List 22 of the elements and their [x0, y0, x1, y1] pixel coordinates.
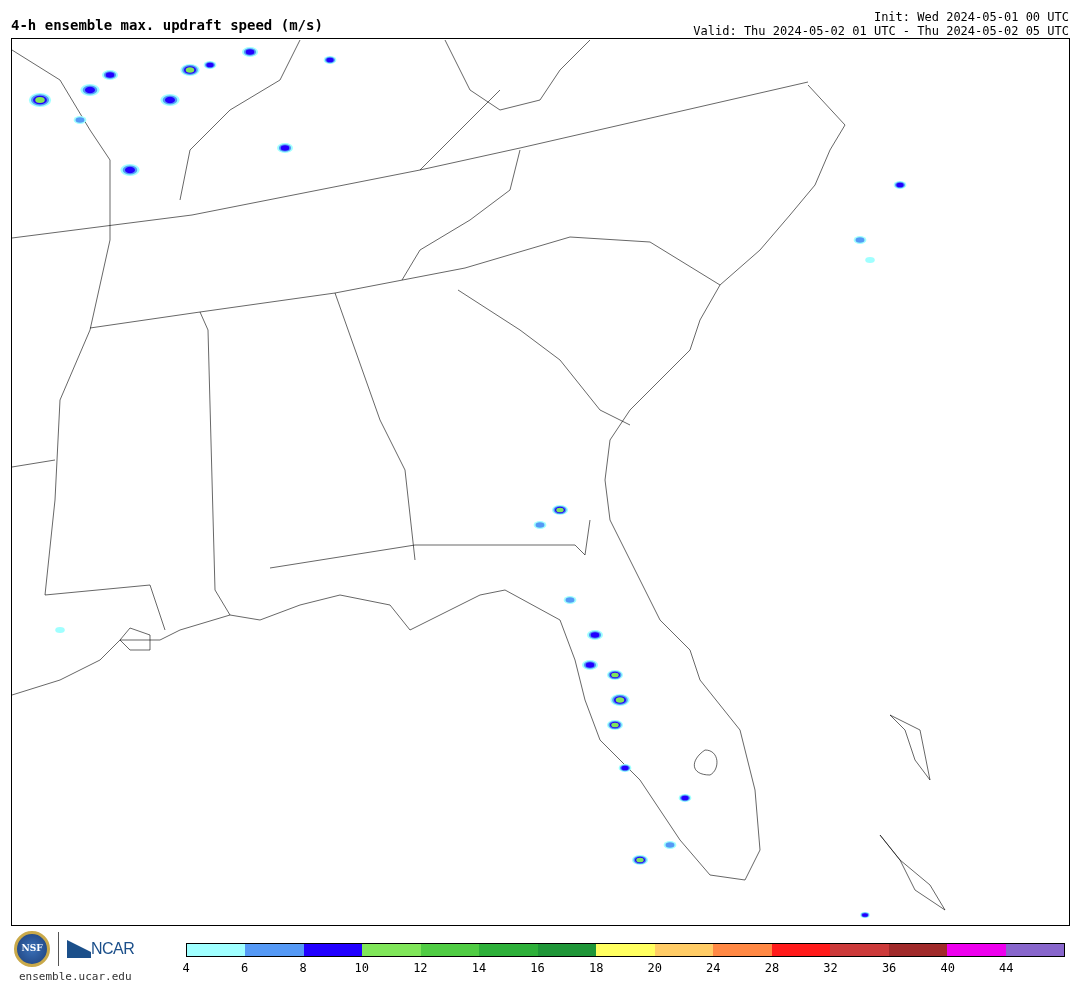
scale-label: 14 — [471, 960, 487, 977]
scale-label: 6 — [241, 960, 249, 977]
scale-label: 36 — [881, 960, 897, 977]
scale-label: 4 — [182, 960, 190, 977]
init-time: Init: Wed 2024-05-01 00 UTC — [873, 10, 1069, 24]
scale-label: 44 — [999, 960, 1014, 977]
scale-label: 20 — [647, 960, 662, 977]
scale-label: 24 — [706, 960, 721, 977]
scale-label: 8 — [299, 960, 307, 977]
chart-title: 4-h ensemble max. updraft speed (m/s) — [11, 18, 323, 32]
seal-logo: NSF — [14, 931, 50, 967]
site-url: ensemble.ucar.edu — [19, 969, 133, 985]
valid-time: Valid: Thu 2024-05-02 01 UTC - Thu 2024-05-02 05 UTC — [693, 24, 1069, 38]
scale-label: 28 — [764, 960, 780, 977]
scale-label: 32 — [823, 960, 838, 977]
sail-icon — [67, 940, 91, 958]
scale-label: 10 — [354, 960, 369, 977]
scale-label: 40 — [940, 960, 955, 977]
org-logo-text: NCAR — [91, 939, 135, 959]
scale-label: 16 — [530, 960, 545, 977]
scale-label: 18 — [588, 960, 604, 977]
scale-label: 12 — [413, 960, 428, 977]
